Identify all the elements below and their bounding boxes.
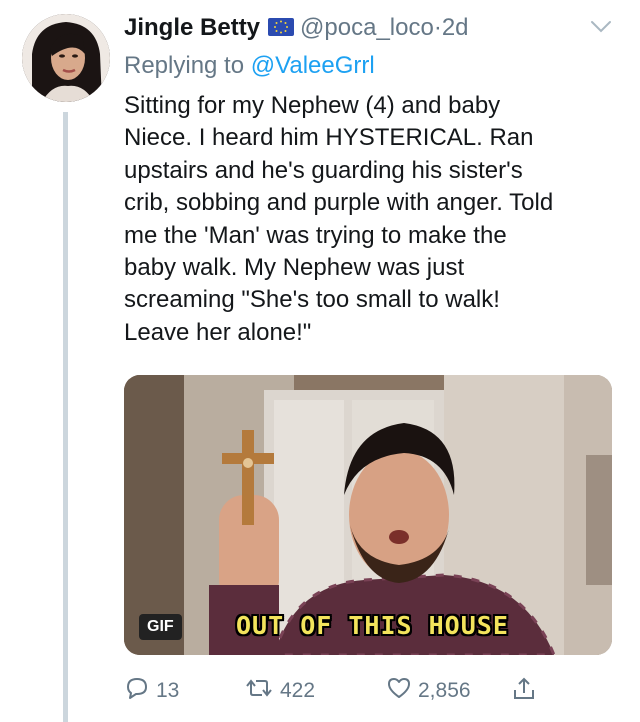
gif-media[interactable]: GIF OUT OF THIS HOUSE [124,375,612,655]
tweet-text-line: Sitting for my Nephew (4) and baby [124,92,501,119]
like-count: 2,856 [418,679,471,702]
eu-flag-icon [268,15,295,43]
tweet-actions: 13 422 2,856 [124,676,624,706]
tweet-text-line: Niece. I heard him HYSTERICAL. Ran [124,124,534,152]
share-icon [512,676,542,708]
gif-badge: GIF [139,614,182,640]
retweet-count: 422 [280,679,316,702]
tweet-text-line: Leave her alone!" [124,318,312,346]
heart-icon [386,676,418,706]
tweet-text-line: baby walk. My Nephew was just [124,254,465,282]
reply-icon [124,676,156,706]
reply-mention[interactable]: @ValeeGrrl [251,52,375,79]
reply-context: Replying to @ValeeGrrl [124,52,375,80]
reply-count: 13 [156,679,180,702]
tweet-header: Jingle Betty @poca_loco·2d [124,14,469,43]
chevron-down-icon[interactable] [590,20,612,39]
avatar[interactable] [22,14,110,102]
user-handle[interactable]: @poca_loco [300,14,434,41]
separator-dot: · [433,14,442,41]
timestamp[interactable]: 2d [442,14,469,41]
tweet-text: Sitting for my Nephew (4) and baby Niece… [124,90,624,349]
reply-button[interactable]: 13 [124,676,179,706]
display-name[interactable]: Jingle Betty [124,14,260,41]
reply-prefix: Replying to [124,52,245,79]
tweet-text-line: me the 'Man' was trying to make the [124,221,507,249]
like-button[interactable]: 2,856 [386,676,471,706]
tweet-text-line: upstairs and he's guarding his sister's [124,156,523,184]
share-button[interactable] [512,676,542,708]
retweet-icon [244,676,280,706]
retweet-button[interactable]: 422 [244,676,315,706]
thread-line [63,112,68,722]
gif-caption: OUT OF THIS HOUSE [236,611,509,640]
tweet-text-line: screaming "She's too small to walk! [124,286,500,314]
tweet-text-line: crib, sobbing and purple with anger. Tol… [124,189,554,217]
